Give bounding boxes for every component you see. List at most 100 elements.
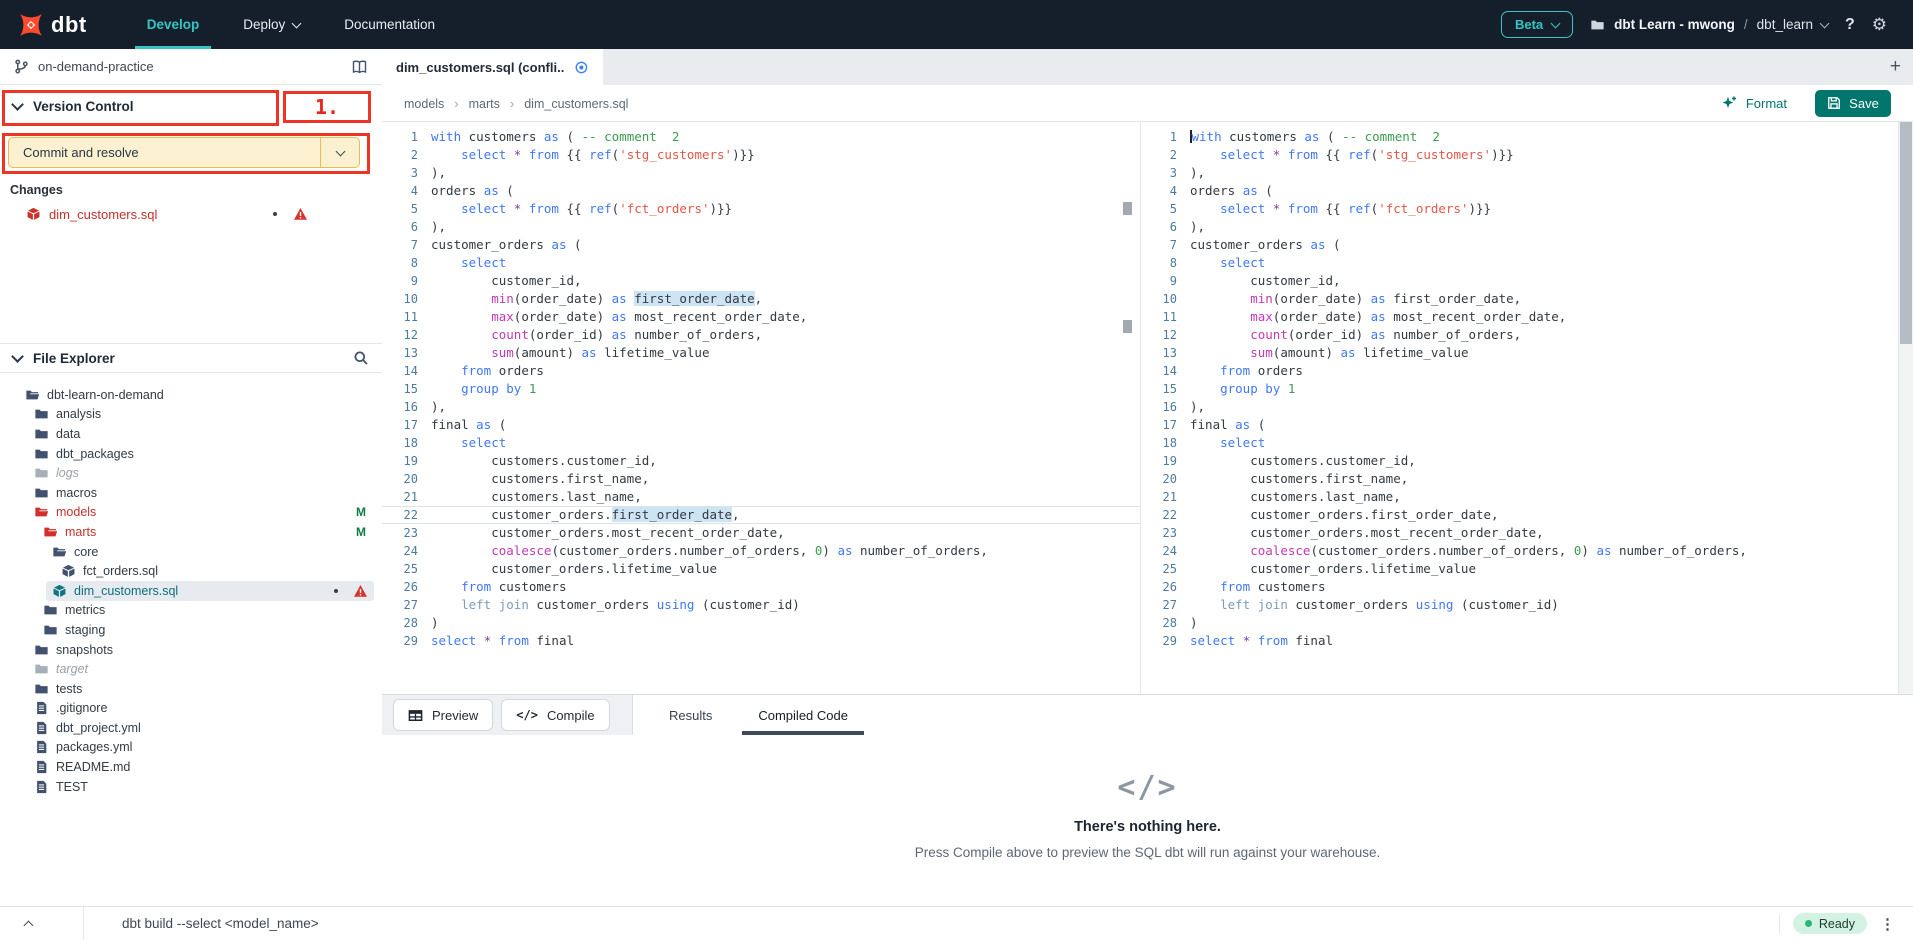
code-line[interactable]: 8 select — [1141, 254, 1913, 272]
code-line[interactable]: 14 from orders — [382, 362, 1140, 380]
file-tree-item[interactable]: metrics — [0, 601, 382, 621]
file-tree-item[interactable]: analysis — [0, 405, 382, 425]
format-button[interactable]: Format — [1721, 95, 1787, 111]
command-bar-expand-button[interactable] — [0, 907, 84, 940]
file-tree-item[interactable]: target — [0, 659, 382, 679]
scrollbar-thumb[interactable] — [1900, 122, 1912, 344]
file-tree-item[interactable]: data — [0, 424, 382, 444]
kebab-menu-icon[interactable]: ⋮ — [1880, 915, 1895, 933]
new-tab-button[interactable]: + — [1890, 49, 1901, 85]
code-line[interactable]: 22 customer_orders.first_order_date, — [1141, 506, 1913, 524]
code-line[interactable]: 4orders as ( — [382, 182, 1140, 200]
code-line[interactable]: 26 from customers — [382, 578, 1140, 596]
code-line[interactable]: 17final as ( — [382, 416, 1140, 434]
editor-pane-right[interactable]: 1with customers as ( -- comment 22 selec… — [1140, 122, 1913, 694]
code-line[interactable]: 12 count(order_id) as number_of_orders, — [382, 326, 1140, 344]
code-line[interactable]: 24 coalesce(customer_orders.number_of_or… — [1141, 542, 1913, 560]
code-line[interactable]: 27 left join customer_orders using (cust… — [382, 596, 1140, 614]
docs-book-icon[interactable] — [351, 59, 368, 75]
file-tree-item[interactable]: dim_customers.sql — [46, 581, 374, 601]
preview-button[interactable]: Preview — [393, 699, 493, 731]
code-line[interactable]: 20 customers.first_name, — [382, 470, 1140, 488]
code-line[interactable]: 15 group by 1 — [382, 380, 1140, 398]
compile-button[interactable]: </> Compile — [501, 699, 609, 731]
code-line[interactable]: 1with customers as ( -- comment 2 — [382, 128, 1140, 146]
code-line[interactable]: 16), — [382, 398, 1140, 416]
code-line[interactable]: 26 from customers — [1141, 578, 1913, 596]
tab-dim-customers[interactable]: dim_customers.sql (confli... — [382, 49, 603, 85]
scrollbar-mark[interactable] — [1123, 320, 1132, 333]
breadcrumb-item[interactable]: dim_customers.sql — [524, 97, 628, 111]
file-tree-item[interactable]: fct_orders.sql — [0, 561, 382, 581]
code-line[interactable]: 6), — [382, 218, 1140, 236]
code-line[interactable]: 2 select * from {{ ref('stg_customers')}… — [1141, 146, 1913, 164]
file-tree-item[interactable]: core — [0, 542, 382, 562]
file-explorer-header[interactable]: File Explorer — [0, 343, 382, 373]
file-tree-item[interactable]: tests — [0, 679, 382, 699]
code-line[interactable]: 28) — [1141, 614, 1913, 632]
code-line[interactable]: 27 left join customer_orders using (cust… — [1141, 596, 1913, 614]
code-line[interactable]: 10 min(order_date) as first_order_date, — [1141, 290, 1913, 308]
code-line[interactable]: 13 sum(amount) as lifetime_value — [1141, 344, 1913, 362]
beta-dropdown[interactable]: Beta — [1501, 11, 1573, 38]
code-line[interactable]: 29select * from final — [382, 632, 1140, 650]
file-tree-item[interactable]: .gitignore — [0, 699, 382, 719]
code-line[interactable]: 18 select — [382, 434, 1140, 452]
code-line[interactable]: 24 coalesce(customer_orders.number_of_or… — [382, 542, 1140, 560]
code-line[interactable]: 25 customer_orders.lifetime_value — [1141, 560, 1913, 578]
code-line[interactable]: 28) — [382, 614, 1140, 632]
version-control-header[interactable]: Version Control — [0, 85, 382, 127]
file-tree-item[interactable]: modelsM — [0, 503, 382, 523]
code-line[interactable]: 22 customer_orders.first_order_date, — [382, 506, 1140, 524]
code-line[interactable]: 3), — [382, 164, 1140, 182]
file-tree-item[interactable]: TEST — [0, 777, 382, 797]
file-tree-item[interactable]: dbt_project.yml — [0, 718, 382, 738]
scrollbar-track[interactable] — [1898, 122, 1913, 694]
code-line[interactable]: 8 select — [382, 254, 1140, 272]
code-line[interactable]: 13 sum(amount) as lifetime_value — [382, 344, 1140, 362]
code-line[interactable]: 4orders as ( — [1141, 182, 1913, 200]
code-line[interactable]: 19 customers.customer_id, — [382, 452, 1140, 470]
code-line[interactable]: 7customer_orders as ( — [1141, 236, 1913, 254]
commit-and-resolve-button[interactable]: Commit and resolve — [8, 137, 360, 168]
code-line[interactable]: 18 select — [1141, 434, 1913, 452]
tab-results[interactable]: Results — [669, 695, 712, 735]
code-line[interactable]: 11 max(order_date) as most_recent_order_… — [1141, 308, 1913, 326]
scrollbar-mark[interactable] — [1123, 202, 1132, 215]
changed-file[interactable]: dim_customers.sql — [0, 202, 382, 226]
code-line[interactable]: 15 group by 1 — [1141, 380, 1913, 398]
code-line[interactable]: 9 customer_id, — [1141, 272, 1913, 290]
breadcrumb-item[interactable]: marts — [469, 97, 500, 111]
nav-deploy[interactable]: Deploy — [221, 0, 322, 49]
file-tree-item[interactable]: snapshots — [0, 640, 382, 660]
branch-selector[interactable]: on-demand-practice — [0, 49, 382, 85]
search-icon[interactable] — [353, 350, 369, 366]
file-tree-item[interactable]: logs — [0, 463, 382, 483]
code-line[interactable]: 9 customer_id, — [382, 272, 1140, 290]
breadcrumb-item[interactable]: models — [404, 97, 444, 111]
code-line[interactable]: 23 customer_orders.most_recent_order_dat… — [382, 524, 1140, 542]
code-line[interactable]: 16), — [1141, 398, 1913, 416]
code-line[interactable]: 25 customer_orders.lifetime_value — [382, 560, 1140, 578]
file-tree-item[interactable]: martsM — [0, 522, 382, 542]
editor-pane-left[interactable]: 1with customers as ( -- comment 22 selec… — [382, 122, 1140, 694]
commit-options-caret[interactable] — [320, 138, 359, 167]
code-line[interactable]: 23 customer_orders.most_recent_order_dat… — [1141, 524, 1913, 542]
code-line[interactable]: 14 from orders — [1141, 362, 1913, 380]
code-line[interactable]: 3), — [1141, 164, 1913, 182]
file-tree-item[interactable]: README.md — [0, 757, 382, 777]
code-line[interactable]: 21 customers.last_name, — [1141, 488, 1913, 506]
dbt-logo[interactable]: dbt — [0, 12, 87, 38]
code-line[interactable]: 5 select * from {{ ref('fct_orders')}} — [382, 200, 1140, 218]
tab-compiled-code[interactable]: Compiled Code — [758, 695, 848, 735]
code-line[interactable]: 12 count(order_id) as number_of_orders, — [1141, 326, 1913, 344]
gear-icon[interactable]: ⚙ — [1872, 15, 1887, 35]
file-tree-item[interactable]: staging — [0, 620, 382, 640]
save-button[interactable]: Save — [1815, 90, 1891, 117]
command-input[interactable]: dbt build --select <model_name> — [122, 916, 319, 931]
code-line[interactable]: 2 select * from {{ ref('stg_customers')}… — [382, 146, 1140, 164]
code-line[interactable]: 11 max(order_date) as most_recent_order_… — [382, 308, 1140, 326]
code-line[interactable]: 20 customers.first_name, — [1141, 470, 1913, 488]
code-line[interactable]: 19 customers.customer_id, — [1141, 452, 1913, 470]
code-line[interactable]: 10 min(order_date) as first_order_date, — [382, 290, 1140, 308]
